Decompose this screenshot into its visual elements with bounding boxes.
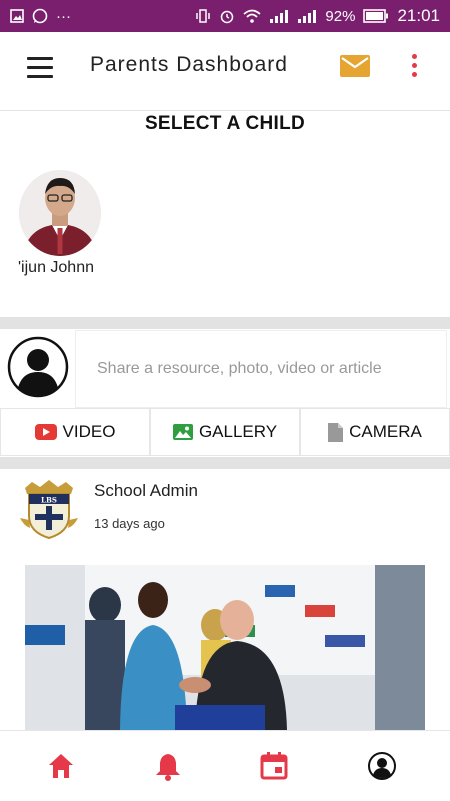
hamburger-icon[interactable]: [27, 57, 53, 79]
share-input[interactable]: Share a resource, photo, video or articl…: [75, 330, 447, 408]
document-icon: [328, 422, 344, 442]
bottom-nav: [0, 730, 450, 801]
clock: 21:01: [397, 6, 440, 25]
video-label: VIDEO: [62, 422, 116, 441]
share-placeholder: Share a resource, photo, video or articl…: [97, 360, 382, 377]
gallery-label: GALLERY: [198, 422, 278, 441]
child-name[interactable]: 'ijun Johnn: [18, 259, 94, 277]
camera-button[interactable]: CAMERA: [300, 408, 450, 456]
logo-text: LBS: [41, 496, 57, 505]
post-time: 13 days ago: [94, 516, 165, 531]
video-button[interactable]: VIDEO: [0, 408, 150, 456]
signal-icon-1: [270, 10, 289, 23]
gallery-icon: [172, 424, 193, 440]
more-vert-icon[interactable]: [410, 54, 418, 78]
signal-icon-2: [298, 10, 317, 23]
mail-icon[interactable]: [340, 54, 370, 78]
child-avatar[interactable]: [19, 170, 101, 256]
gallery-button[interactable]: GALLERY: [150, 408, 300, 456]
camera-label: CAMERA: [349, 422, 422, 441]
status-bar: ··· 92% 21:01: [0, 0, 450, 32]
section-divider: [0, 317, 450, 329]
section-divider: [0, 457, 450, 469]
select-child-heading: SELECT A CHILD: [144, 113, 306, 134]
youtube-icon: [34, 424, 57, 440]
notification-more: ···: [56, 7, 71, 25]
wifi-icon: [243, 9, 262, 23]
post-author[interactable]: School Admin: [94, 481, 198, 501]
home-icon[interactable]: [46, 751, 76, 781]
vibrate-icon: [196, 9, 211, 23]
battery-icon: [363, 9, 389, 23]
share-actions: VIDEO GALLERY CAMERA: [0, 408, 450, 456]
image-notification-icon: [10, 9, 24, 23]
user-avatar-icon: [7, 336, 69, 398]
post-photo[interactable]: [25, 565, 425, 730]
page-title: Parents Dashboard: [90, 53, 288, 76]
school-crest-logo: LBS: [20, 480, 78, 540]
bell-icon[interactable]: [153, 751, 183, 781]
whatsapp-icon: [32, 8, 48, 24]
calendar-icon[interactable]: [259, 751, 289, 781]
battery-percent: 92%: [325, 7, 356, 25]
profile-icon[interactable]: [367, 751, 397, 781]
alarm-icon: [221, 10, 234, 24]
app-bar: Parents Dashboard: [0, 32, 450, 111]
